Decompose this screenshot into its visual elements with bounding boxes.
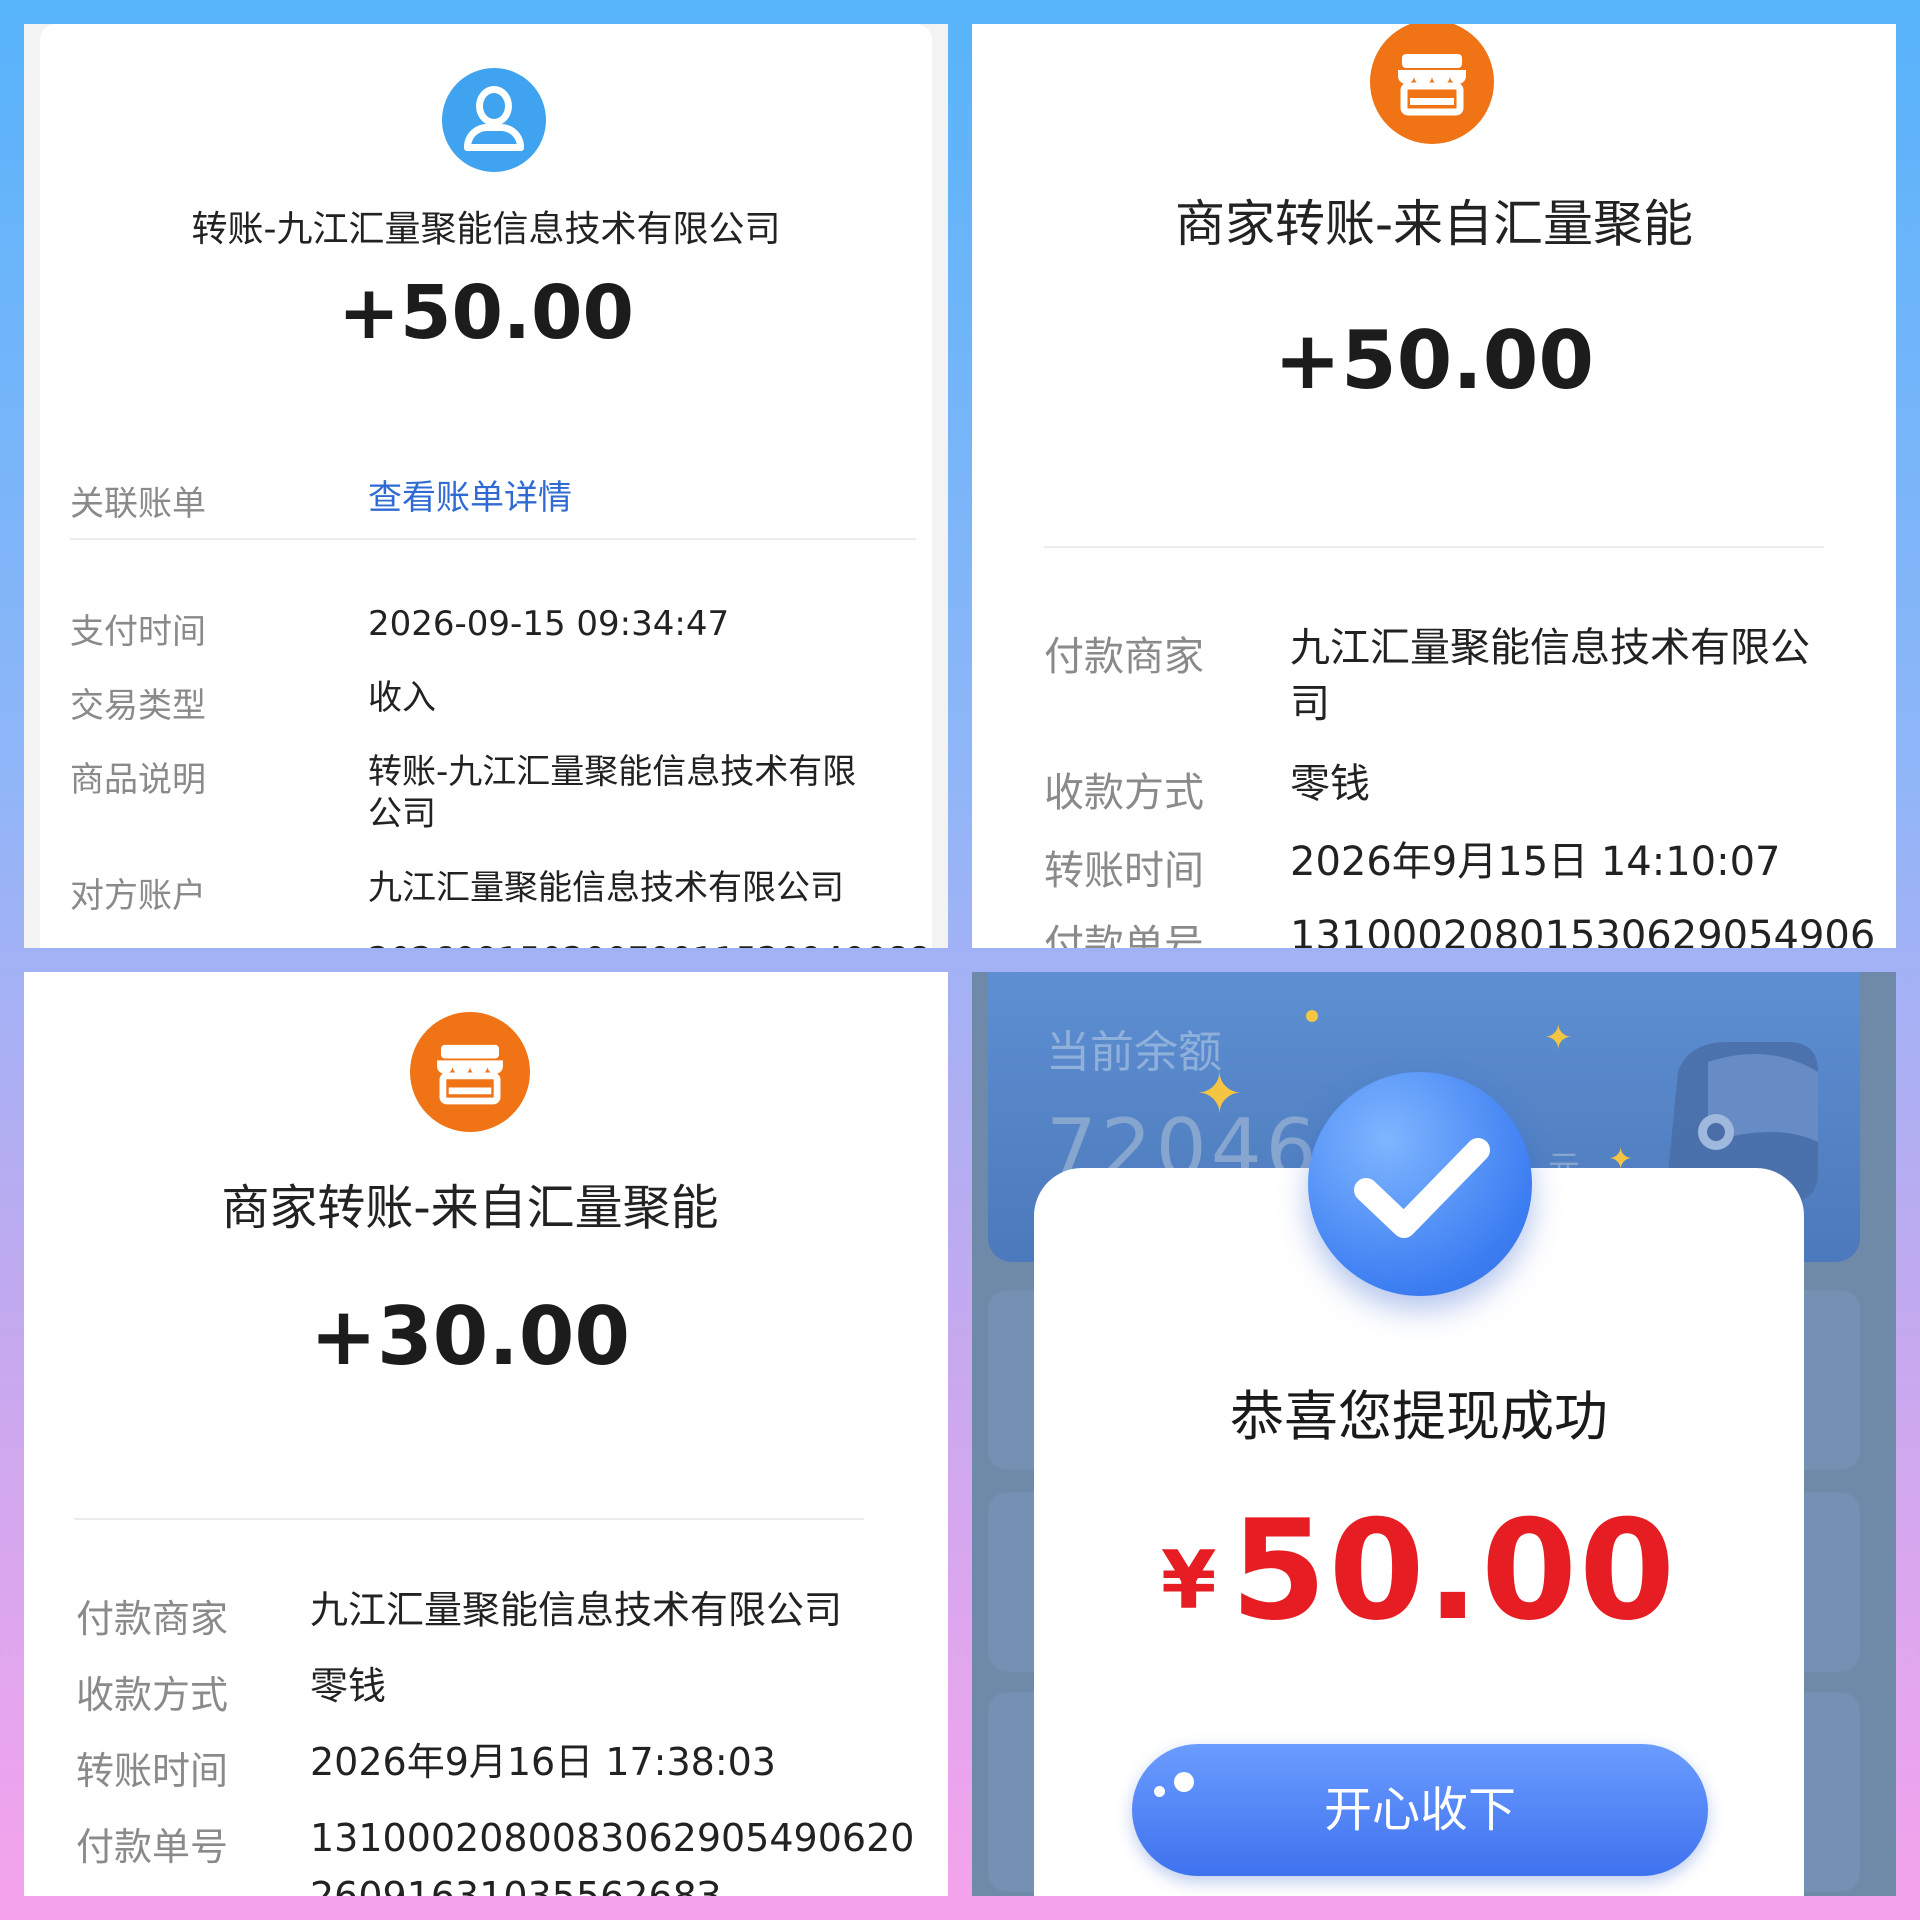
withdraw-amount-value: 50.00 [1230, 1490, 1678, 1651]
transfer-title: 转账-九江汇量聚能信息技术有限公司 [191, 209, 781, 250]
sparkle-dot [1306, 1010, 1318, 1022]
view-bill-link[interactable]: 查看账单详情 [368, 476, 572, 520]
product-desc-label: 商品说明 [70, 760, 206, 800]
payment-no-value-line2[interactable]: 2609163103556268З [310, 1872, 721, 1896]
withdraw-amount: ¥50.00 [1034, 1490, 1804, 1651]
detail-card: 转账-九江汇量聚能信息技术有限公司 +50.00 关联账单 查看账单详情 支付时… [40, 24, 932, 948]
payer-merchant-label: 付款商家 [76, 1597, 229, 1641]
counterparty-value: 九江汇量聚能信息技术有限公司 [368, 868, 844, 908]
shop-icon [1370, 24, 1494, 144]
trade-no-label: 交易号 [70, 938, 172, 948]
accept-button[interactable]: 开心收下 [1132, 1744, 1708, 1876]
receive-method-value: 零钱 [310, 1664, 387, 1708]
receive-method-value: 零钱 [1290, 761, 1370, 807]
payer-merchant-label: 付款商家 [1044, 634, 1204, 680]
transfer-detail-panel-3: 商家转账-来自汇量聚能 +30.00 付款商家 九江汇量聚能信息技术有限公司 收… [24, 972, 948, 1896]
trade-no-value[interactable]: 20260915020070011520940088 [368, 938, 930, 948]
transfer-amount: +30.00 [309, 1290, 631, 1383]
transfer-time-label: 转账时间 [76, 1749, 229, 1793]
receive-method-label: 收款方式 [1044, 770, 1204, 816]
payer-merchant-value-line1: 九江汇量聚能信息技术有限公 [1290, 625, 1810, 671]
counterparty-label: 对方账户 [70, 876, 206, 916]
transfer-detail-panel-2: 商家转账-来自汇量聚能 +50.00 付款商家 九江汇量聚能信息技术有限公 司 … [972, 24, 1896, 948]
transfer-amount: +50.00 [1273, 314, 1595, 407]
product-desc-value-line2: 公司 [368, 794, 436, 834]
payment-no-label: 付款单号 [76, 1825, 229, 1869]
divider [70, 538, 916, 540]
receive-method-label: 收款方式 [76, 1673, 229, 1717]
transfer-time-label: 转账时间 [1044, 848, 1204, 894]
currency-symbol: ¥ [1160, 1534, 1217, 1627]
user-avatar-icon [442, 68, 546, 172]
withdraw-success-panel: 当前余额 72046 元 ✦ ✦ ✦ 恭喜您提现成功 ¥50.00 开心收下 [972, 972, 1896, 1896]
transfer-title: 商家转账-来自汇量聚能 [1174, 195, 1694, 253]
payment-no-label: 付款单号 [1044, 922, 1204, 948]
payer-merchant-value: 九江汇量聚能信息技术有限公司 [310, 1588, 843, 1632]
transfer-amount: +50.00 [337, 270, 635, 356]
success-message: 恭喜您提现成功 [1230, 1385, 1608, 1448]
payer-merchant-value-line2: 司 [1290, 681, 1330, 727]
sparkle-icon: ✦ [1544, 1018, 1573, 1058]
related-bill-label: 关联账单 [70, 484, 206, 524]
pay-time-value: 2026-09-15 09:34:47 [368, 604, 730, 644]
transfer-title: 商家转账-来自汇量聚能 [221, 1180, 719, 1236]
accept-button-label: 开心收下 [1323, 1782, 1516, 1838]
payment-no-value-line1[interactable]: 1310002080083062905490620 [310, 1814, 914, 1863]
shop-icon [410, 1012, 530, 1132]
transfer-time-value: 2026年9月15日 14:10:07 [1290, 839, 1781, 885]
payment-no-value[interactable]: 13100020801530629054906 [1290, 910, 1875, 948]
trade-type-label: 交易类型 [70, 686, 206, 726]
divider [74, 1518, 864, 1520]
pay-time-label: 支付时间 [70, 612, 206, 652]
transfer-time-value: 2026年9月16日 17:38:03 [310, 1740, 776, 1784]
product-desc-value-line1: 转账-九江汇量聚能信息技术有限 [368, 752, 857, 792]
trade-type-value: 收入 [368, 678, 436, 718]
transfer-detail-panel-1: 转账-九江汇量聚能信息技术有限公司 +50.00 关联账单 查看账单详情 支付时… [24, 24, 948, 948]
sparkle-icon: ✦ [1196, 1062, 1243, 1127]
divider [1044, 546, 1824, 548]
checkmark-icon [1308, 1072, 1532, 1296]
